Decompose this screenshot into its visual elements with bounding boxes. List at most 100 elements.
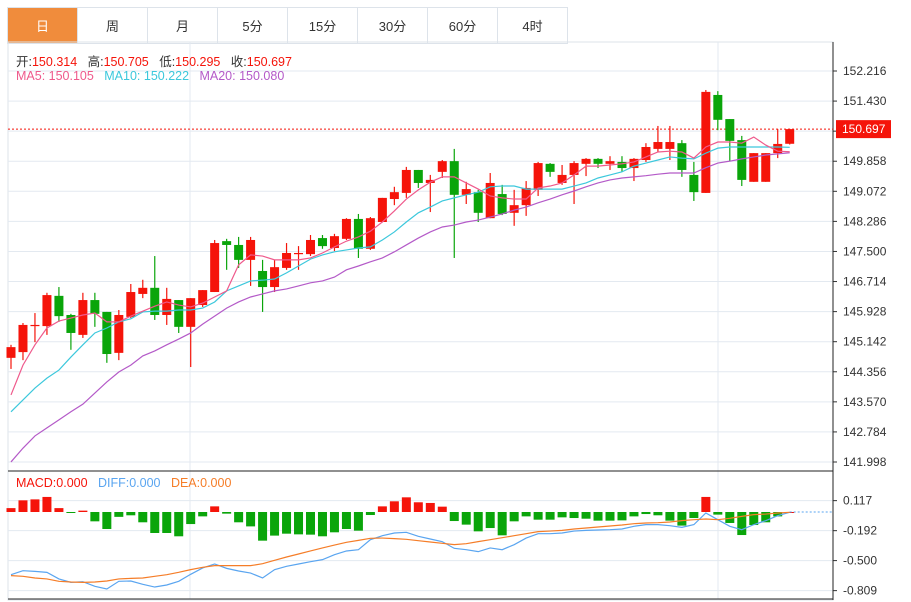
macd-info: MACD:0.000 DIFF:0.000 DEA:0.000: [16, 476, 231, 490]
candle-down: [689, 174, 699, 193]
macd-bar-negative: [713, 512, 723, 515]
macd-y-tick-label: -0.500: [843, 554, 877, 568]
macd-bar-negative: [90, 512, 100, 522]
candle-down: [593, 158, 603, 164]
candle-down: [258, 270, 268, 288]
macd-bar-negative: [653, 512, 663, 516]
candle-up: [306, 239, 315, 255]
macd-bar-negative: [282, 512, 292, 534]
macd-bar-positive: [425, 502, 435, 512]
macd-bar-negative: [629, 512, 639, 517]
macd-bar-negative: [246, 512, 256, 527]
candle-down: [54, 295, 64, 317]
macd-bar-negative: [126, 512, 136, 516]
macd-bar-negative: [665, 512, 675, 521]
candle-down: [102, 311, 112, 355]
candle-down: [353, 218, 363, 249]
macd-bar-positive: [78, 510, 88, 512]
macd-bar-negative: [593, 512, 603, 521]
macd-bar-negative: [461, 512, 471, 525]
candle-down: [725, 119, 735, 141]
macd-bar-negative: [485, 512, 495, 529]
candle-up: [186, 298, 196, 327]
macd-bar-positive: [701, 496, 711, 512]
y-tick-label: 142.784: [843, 425, 887, 439]
macd-bar-negative: [641, 512, 651, 515]
macd-bar-negative: [162, 512, 172, 533]
macd-bar-negative: [353, 512, 363, 531]
macd-bar-positive: [401, 497, 411, 512]
candle-up: [162, 298, 172, 315]
macd-bar-negative: [365, 512, 375, 516]
macd-y-tick-label: -0.809: [843, 584, 877, 598]
candle-up: [138, 287, 148, 294]
diff-value: DIFF:0.000: [97, 476, 161, 490]
candle-up: [785, 129, 795, 144]
y-tick-label: 141.998: [843, 455, 887, 469]
candle-up: [581, 158, 591, 164]
macd-bar-positive: [413, 502, 423, 512]
macd-bar-positive: [389, 501, 399, 512]
candle-down: [677, 143, 687, 170]
macd-bar-negative: [306, 512, 315, 535]
macd-y-tick-label: -0.192: [843, 524, 877, 538]
macd-bar-negative: [258, 512, 268, 541]
candle-up: [557, 174, 567, 183]
close-value: 150.697: [246, 55, 292, 69]
macd-bar-negative: [569, 512, 579, 519]
ma5-value: MA5: 150.105: [16, 69, 94, 83]
macd-bar-negative: [174, 512, 184, 537]
dea-line: [10, 511, 790, 583]
ma-info: MA5: 150.105 MA10: 150.222 MA20: 150.080: [16, 69, 284, 83]
candle-up: [341, 218, 351, 239]
macd-bar-negative: [329, 512, 339, 533]
candle-up: [78, 300, 88, 335]
candle-up: [42, 295, 52, 327]
macd-bar-negative: [66, 512, 76, 513]
candle-up: [533, 163, 543, 190]
candle-up: [6, 347, 16, 358]
current-price-label: 150.697: [842, 122, 886, 136]
low-value: 150.295: [175, 55, 221, 69]
high-value: 150.705: [103, 55, 149, 69]
macd-bar-negative: [138, 512, 148, 523]
candle-down: [90, 300, 100, 314]
y-tick-label: 151.430: [843, 94, 887, 108]
candle-up: [605, 161, 615, 164]
y-tick-label: 152.216: [843, 64, 887, 78]
macd-bar-positive: [6, 508, 16, 512]
macd-bar-negative: [150, 512, 160, 533]
candle-up: [653, 142, 663, 149]
low-label: 低:: [159, 55, 176, 69]
candle-down: [222, 241, 232, 245]
macd-bar-positive: [42, 496, 52, 512]
open-value: 150.314: [31, 55, 78, 69]
candle-down: [545, 163, 555, 172]
macd-bar-positive: [54, 508, 64, 512]
y-tick-label: 149.858: [843, 154, 887, 168]
macd-bar-negative: [509, 512, 519, 522]
y-tick-label: 147.500: [843, 244, 887, 258]
kline-chart[interactable]: 152.216151.430150.644149.858149.072148.2…: [0, 0, 911, 602]
candle-up: [389, 192, 399, 200]
macd-bar-negative: [473, 512, 483, 532]
candle-up: [437, 161, 447, 172]
candle-down: [713, 94, 723, 120]
macd-bar-negative: [677, 512, 687, 526]
macd-bar-negative: [521, 512, 531, 517]
macd-bar-positive: [30, 499, 40, 512]
y-tick-label: 143.570: [843, 395, 887, 409]
ma20-value: MA20: 150.080: [199, 69, 285, 83]
kline-widget: 日周月5分15分30分60分4时 152.216151.430150.64414…: [0, 0, 911, 602]
candle-down: [413, 169, 423, 183]
high-label: 高:: [87, 55, 104, 69]
candle-up: [210, 243, 220, 293]
candle-up: [30, 324, 40, 327]
candle-up: [294, 252, 304, 255]
macd-bar-positive: [210, 506, 220, 512]
y-tick-label: 145.928: [843, 305, 887, 319]
candle-up: [701, 91, 711, 193]
ohlc-info: 开:150.314 高:150.705 低:150.295 收:150.697: [16, 51, 292, 70]
macd-y-tick-label: 0.117: [843, 494, 872, 508]
candle-up: [18, 324, 28, 353]
